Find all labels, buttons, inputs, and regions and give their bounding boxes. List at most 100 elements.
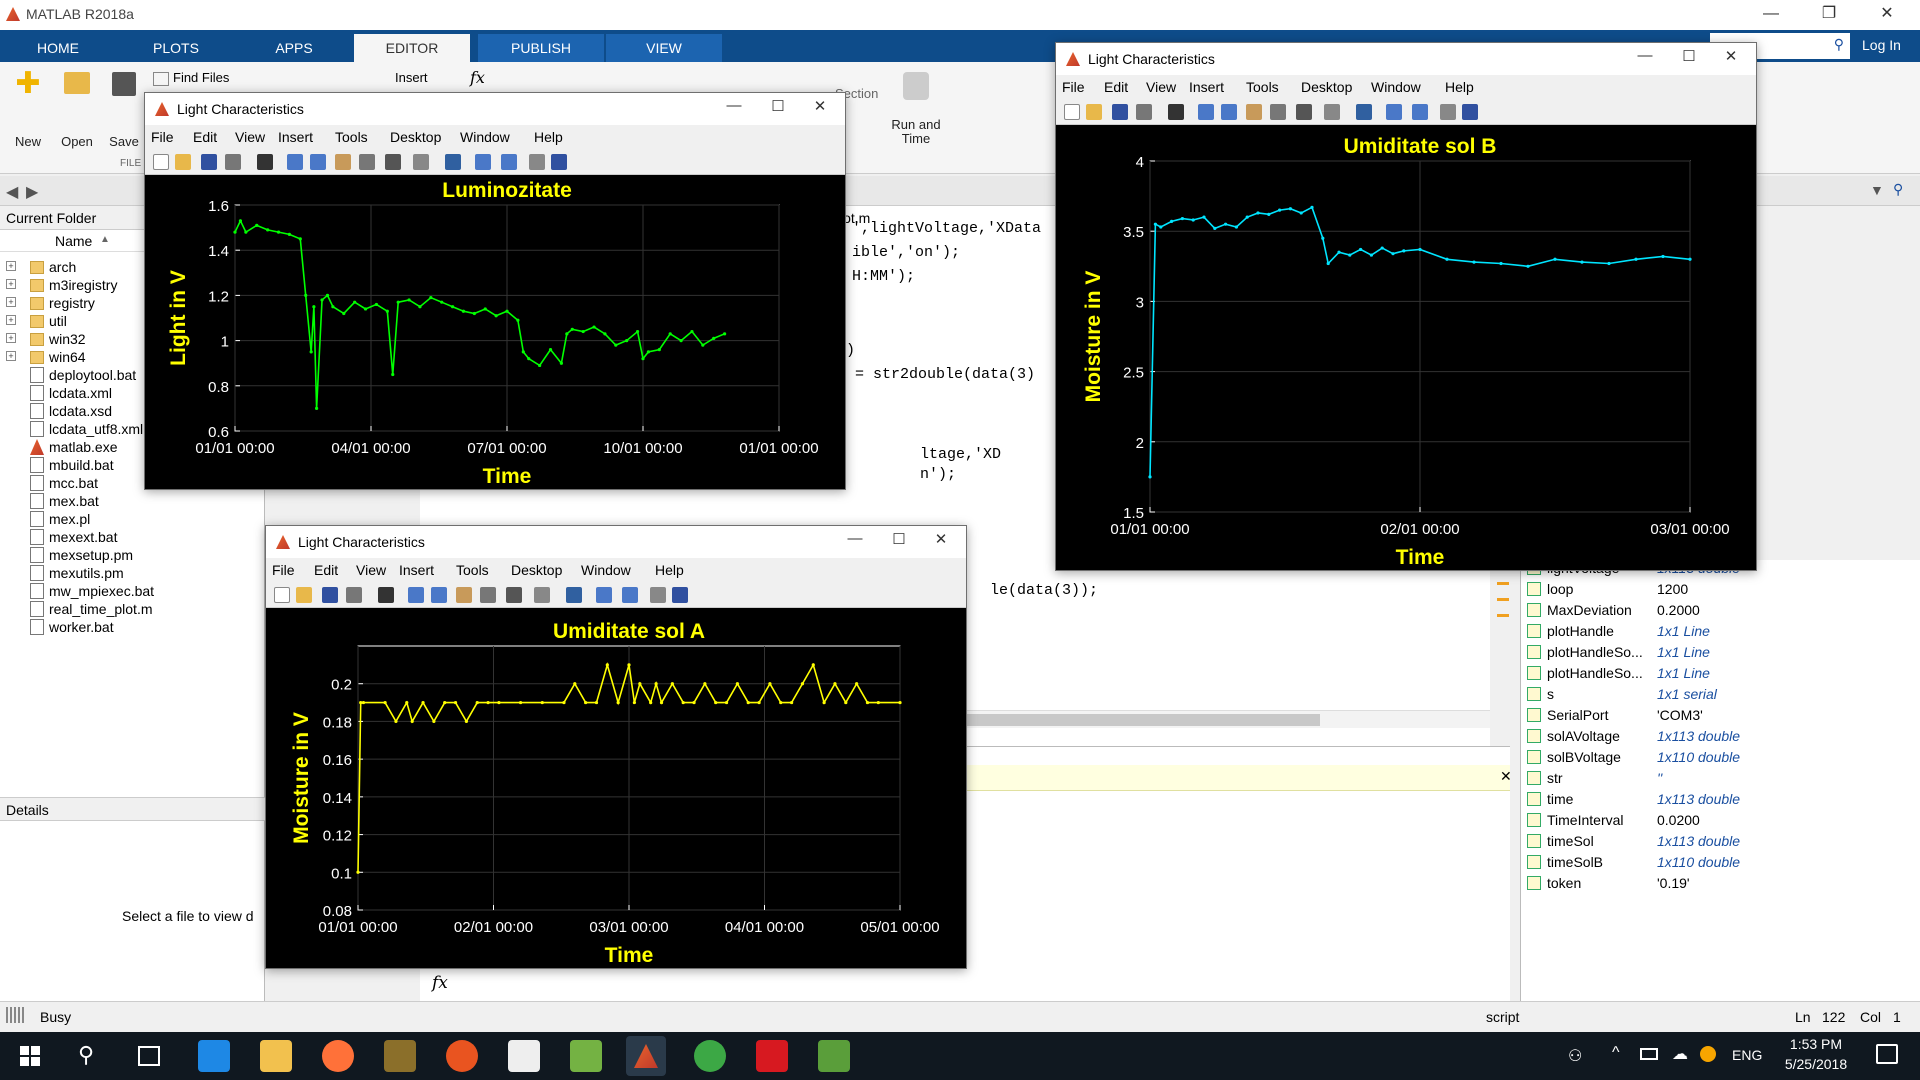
figure-window-luminozitate[interactable]: Light Characteristics — ☐ ✕ File Edit View Inse… bbox=[144, 92, 846, 490]
save-figure-icon[interactable] bbox=[322, 587, 338, 603]
zoom-out-icon[interactable] bbox=[310, 154, 326, 170]
app-tray-icon[interactable] bbox=[1700, 1046, 1716, 1062]
close-button[interactable]: ✕ bbox=[805, 97, 835, 121]
maximize-button[interactable]: ☐ bbox=[763, 97, 793, 121]
workspace-variable-row[interactable]: time 1x113 double bbox=[1521, 789, 1920, 810]
colorbar-icon[interactable] bbox=[596, 587, 612, 603]
hide-plot-tools-icon[interactable] bbox=[529, 154, 545, 170]
hide-plot-tools-icon[interactable] bbox=[1440, 104, 1456, 120]
run-and-time-button[interactable]: Run and Time bbox=[884, 66, 948, 146]
brush-icon[interactable] bbox=[1324, 104, 1340, 120]
rotate-3d-icon[interactable] bbox=[359, 154, 375, 170]
open-file-icon[interactable] bbox=[1086, 104, 1102, 120]
menu-item-tools[interactable]: Tools bbox=[456, 562, 489, 578]
bug-app-icon[interactable] bbox=[756, 1040, 788, 1072]
pointer-icon[interactable] bbox=[257, 154, 273, 170]
find-files-button[interactable]: Find Files bbox=[153, 70, 229, 86]
language-indicator[interactable]: ENG bbox=[1732, 1047, 1762, 1063]
colorbar-icon[interactable] bbox=[1386, 104, 1402, 120]
new-figure-icon[interactable] bbox=[274, 587, 290, 603]
evernote-icon[interactable] bbox=[570, 1040, 602, 1072]
workspace-variable-row[interactable]: TimeInterval 0.0200 bbox=[1521, 810, 1920, 831]
utorrent-icon[interactable] bbox=[694, 1040, 726, 1072]
expand-icon[interactable]: + bbox=[6, 261, 16, 271]
menu-item-edit[interactable]: Edit bbox=[1104, 79, 1128, 95]
print-icon[interactable] bbox=[225, 154, 241, 170]
pointer-icon[interactable] bbox=[378, 587, 394, 603]
clock-date[interactable]: 5/25/2018 bbox=[1776, 1056, 1856, 1072]
menu-item-help[interactable]: Help bbox=[1445, 79, 1474, 95]
legend-icon[interactable] bbox=[1412, 104, 1428, 120]
back-arrow-icon[interactable]: ◀ bbox=[6, 182, 18, 202]
show-plot-tools-icon[interactable] bbox=[551, 154, 567, 170]
plot-area[interactable]: 0.08 0.1 0.12 0.14 0.16 0.18 0.2 01/01 00:00 02/… bbox=[266, 608, 966, 968]
firefox-icon[interactable] bbox=[322, 1040, 354, 1072]
search-icon[interactable]: ⚲ bbox=[78, 1042, 94, 1068]
menu-item-view[interactable]: View bbox=[235, 129, 265, 145]
expand-icon[interactable]: + bbox=[6, 351, 16, 361]
close-button[interactable]: ✕ bbox=[926, 530, 956, 554]
data-cursor-icon[interactable] bbox=[385, 154, 401, 170]
notification-icon[interactable] bbox=[1876, 1044, 1898, 1064]
save-figure-icon[interactable] bbox=[201, 154, 217, 170]
data-cursor-icon[interactable] bbox=[1296, 104, 1312, 120]
matlab-taskbar-icon[interactable] bbox=[626, 1036, 666, 1076]
print-icon[interactable] bbox=[346, 587, 362, 603]
tab-home[interactable]: HOME bbox=[0, 34, 116, 62]
menu-item-file[interactable]: File bbox=[151, 129, 174, 145]
search-icon[interactable]: ⚲ bbox=[1893, 181, 1903, 198]
zoom-out-icon[interactable] bbox=[1221, 104, 1237, 120]
network-icon[interactable]: ☁ bbox=[1672, 1044, 1688, 1064]
maximize-button[interactable]: ☐ bbox=[884, 530, 914, 554]
menu-item-help[interactable]: Help bbox=[655, 562, 684, 578]
minimize-button[interactable]: — bbox=[1630, 47, 1660, 71]
zoom-in-icon[interactable] bbox=[287, 154, 303, 170]
minimize-button[interactable]: — bbox=[1748, 0, 1794, 30]
minimize-button[interactable]: — bbox=[719, 97, 749, 121]
show-plot-tools-icon[interactable] bbox=[672, 587, 688, 603]
menu-item-file[interactable]: File bbox=[1062, 79, 1085, 95]
menu-item-tools[interactable]: Tools bbox=[335, 129, 368, 145]
workspace-variable-row[interactable]: MaxDeviation 0.2000 bbox=[1521, 600, 1920, 621]
save-figure-icon[interactable] bbox=[1112, 104, 1128, 120]
workspace-variable-row[interactable]: timeSolB 1x110 double bbox=[1521, 852, 1920, 873]
workspace-variable-row[interactable]: plotHandle 1x1 Line bbox=[1521, 621, 1920, 642]
tab-publish[interactable]: PUBLISH bbox=[478, 34, 604, 62]
menu-item-file[interactable]: File bbox=[272, 562, 295, 578]
chart-app-icon[interactable] bbox=[818, 1040, 850, 1072]
tab-plots[interactable]: PLOTS bbox=[118, 34, 234, 62]
new-figure-icon[interactable] bbox=[153, 154, 169, 170]
link-plot-icon[interactable] bbox=[445, 154, 461, 170]
zoom-in-icon[interactable] bbox=[1198, 104, 1214, 120]
workspace-variable-row[interactable]: solBVoltage 1x110 double bbox=[1521, 747, 1920, 768]
forward-arrow-icon[interactable]: ▶ bbox=[26, 182, 38, 202]
menu-item-window[interactable]: Window bbox=[1371, 79, 1421, 95]
menu-item-view[interactable]: View bbox=[1146, 79, 1176, 95]
workspace-variable-row[interactable]: token '0.19' bbox=[1521, 873, 1920, 894]
windows-start-icon[interactable] bbox=[20, 1046, 40, 1066]
edge-browser-icon[interactable] bbox=[198, 1040, 230, 1072]
workspace-variable-row[interactable]: solAVoltage 1x113 double bbox=[1521, 726, 1920, 747]
menu-item-help[interactable]: Help bbox=[534, 129, 563, 145]
expand-icon[interactable]: + bbox=[6, 315, 16, 325]
file-explorer-icon[interactable] bbox=[260, 1040, 292, 1072]
file-item[interactable]: worker.bat bbox=[0, 616, 265, 638]
new-figure-icon[interactable] bbox=[1064, 104, 1080, 120]
expand-icon[interactable]: + bbox=[6, 297, 16, 307]
expand-icon[interactable]: + bbox=[6, 279, 16, 289]
brush-icon[interactable] bbox=[534, 587, 550, 603]
legend-icon[interactable] bbox=[622, 587, 638, 603]
menu-item-desktop[interactable]: Desktop bbox=[511, 562, 562, 578]
tab-apps[interactable]: APPS bbox=[236, 34, 352, 62]
new-button[interactable]: ✚ New bbox=[8, 66, 48, 150]
zoom-out-icon[interactable] bbox=[431, 587, 447, 603]
rotate-3d-icon[interactable] bbox=[480, 587, 496, 603]
figure-window-umiditate-sol-a[interactable]: Light Characteristics — ☐ ✕ File Edit View Inse… bbox=[265, 525, 967, 969]
chevron-up-icon[interactable]: ^ bbox=[1612, 1044, 1620, 1062]
plot-area[interactable]: 1.5 2 2.5 3 3.5 4 01/01 00:00 02/01 00:00 03/01 … bbox=[1056, 125, 1756, 570]
expand-icon[interactable]: + bbox=[6, 333, 16, 343]
print-icon[interactable] bbox=[1136, 104, 1152, 120]
matlab-installer-icon[interactable] bbox=[384, 1040, 416, 1072]
task-view-icon[interactable] bbox=[138, 1046, 160, 1066]
restore-button[interactable]: ❐ bbox=[1806, 0, 1852, 30]
